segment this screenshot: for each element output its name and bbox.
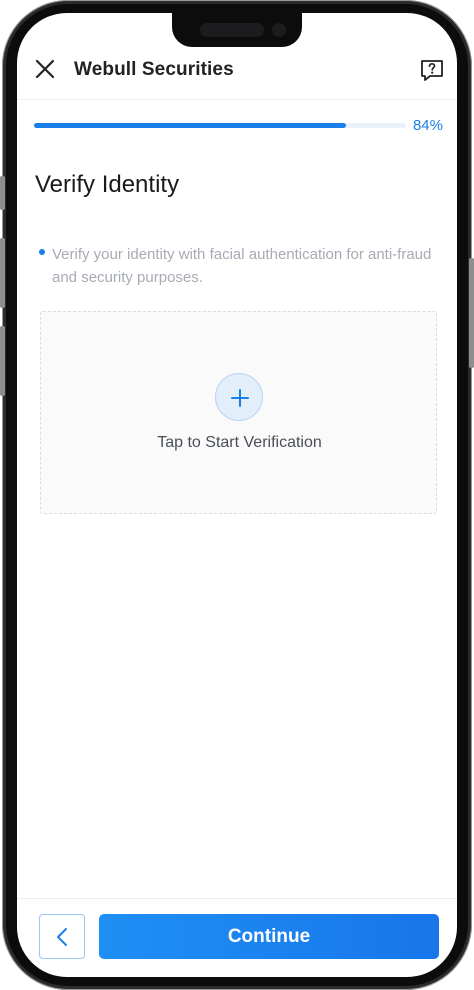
- camera: [272, 23, 286, 37]
- header-title: Webull Securities: [74, 59, 234, 80]
- plus-icon: [231, 389, 249, 407]
- power-button: [469, 258, 474, 368]
- close-icon[interactable]: [33, 57, 57, 81]
- back-button[interactable]: [39, 914, 85, 959]
- app-screen: Webull Securities 84% Verify Identity Ve…: [17, 13, 457, 977]
- page-title: Verify Identity: [35, 171, 180, 198]
- footer-divider: [17, 898, 457, 899]
- continue-button[interactable]: Continue: [99, 914, 439, 959]
- verification-label: Tap to Start Verification: [157, 434, 322, 451]
- mute-switch: [0, 176, 5, 210]
- progress-fill: [34, 123, 347, 128]
- speaker: [200, 23, 264, 37]
- notch: [172, 13, 302, 47]
- add-circle[interactable]: [215, 373, 263, 421]
- help-chat-icon[interactable]: [419, 57, 445, 83]
- header: Webull Securities: [17, 49, 457, 99]
- volume-down-button: [0, 326, 5, 396]
- header-divider: [17, 99, 457, 100]
- chevron-left-icon: [57, 928, 67, 946]
- description-text: Verify your identity with facial authent…: [52, 246, 432, 286]
- bullet-dot: [39, 249, 45, 255]
- progress-bar: [34, 123, 406, 128]
- volume-up-button: [0, 238, 5, 308]
- start-verification-area[interactable]: Tap to Start Verification: [40, 311, 437, 514]
- progress-percent: 84%: [412, 117, 443, 134]
